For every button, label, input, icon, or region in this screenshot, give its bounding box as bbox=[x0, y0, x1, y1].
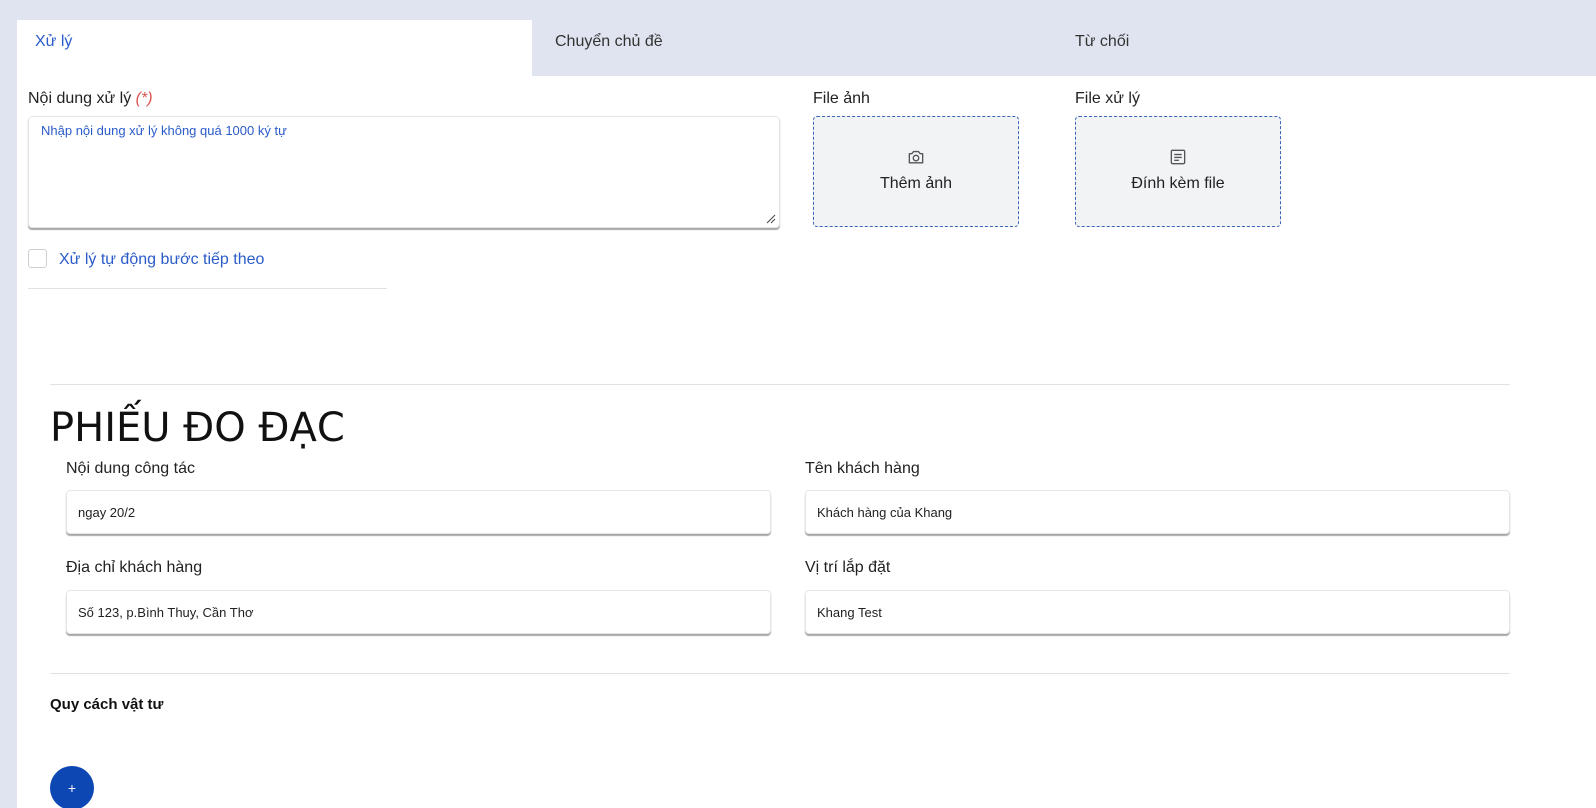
install-location-label: Vị trí lắp đặt bbox=[805, 559, 891, 576]
work-content-label: Nội dung công tác bbox=[66, 460, 195, 477]
attach-file-button[interactable]: Đính kèm file bbox=[1075, 116, 1281, 227]
customer-address-field[interactable] bbox=[67, 591, 770, 633]
tab-xu-ly[interactable]: Xử lý bbox=[17, 20, 532, 76]
tab-chuyen-chu-de[interactable]: Chuyển chủ đề bbox=[532, 20, 1052, 76]
content-label-text: Nội dung xử lý bbox=[28, 90, 132, 107]
add-material-button[interactable]: + bbox=[50, 766, 94, 808]
image-label: File ảnh bbox=[813, 90, 870, 107]
work-content-field[interactable] bbox=[67, 491, 770, 533]
form-divider-top bbox=[50, 384, 1510, 385]
auto-next-checkbox[interactable] bbox=[28, 249, 47, 268]
resize-grip-icon[interactable] bbox=[766, 214, 776, 224]
materials-title: Quy cách vật tư bbox=[50, 696, 164, 713]
tab-tu-choi[interactable]: Từ chối bbox=[1052, 20, 1596, 76]
customer-address-label: Địa chỉ khách hàng bbox=[66, 559, 203, 576]
customer-name-label: Tên khách hàng bbox=[805, 460, 920, 477]
customer-name-field-wrap bbox=[805, 490, 1510, 534]
install-location-field-wrap bbox=[805, 590, 1510, 634]
add-image-label: Thêm ảnh bbox=[879, 174, 953, 192]
install-location-field[interactable] bbox=[806, 591, 1509, 633]
document-icon bbox=[1170, 149, 1186, 164]
form-divider-bottom bbox=[50, 673, 1510, 674]
required-mark: (*) bbox=[135, 90, 153, 107]
camera-icon bbox=[908, 150, 924, 163]
add-image-button[interactable]: Thêm ảnh bbox=[813, 116, 1019, 227]
work-content-field-wrap bbox=[66, 490, 771, 534]
content-textarea[interactable] bbox=[29, 117, 779, 227]
form-title: PHIẾU ĐO ĐẠC bbox=[50, 405, 345, 451]
auto-next-label[interactable]: Xử lý tự động bước tiếp theo bbox=[59, 251, 264, 269]
content-label: Nội dung xử lý (*) bbox=[28, 90, 153, 108]
content-textarea-wrap bbox=[28, 116, 780, 228]
file-label: File xử lý bbox=[1075, 90, 1140, 107]
attach-file-label: Đính kèm file bbox=[1131, 174, 1225, 192]
tab-bar: Xử lý Chuyển chủ đề Từ chối bbox=[17, 20, 1596, 76]
divider bbox=[28, 288, 387, 289]
customer-address-field-wrap bbox=[66, 590, 771, 634]
customer-name-field[interactable] bbox=[806, 491, 1509, 533]
